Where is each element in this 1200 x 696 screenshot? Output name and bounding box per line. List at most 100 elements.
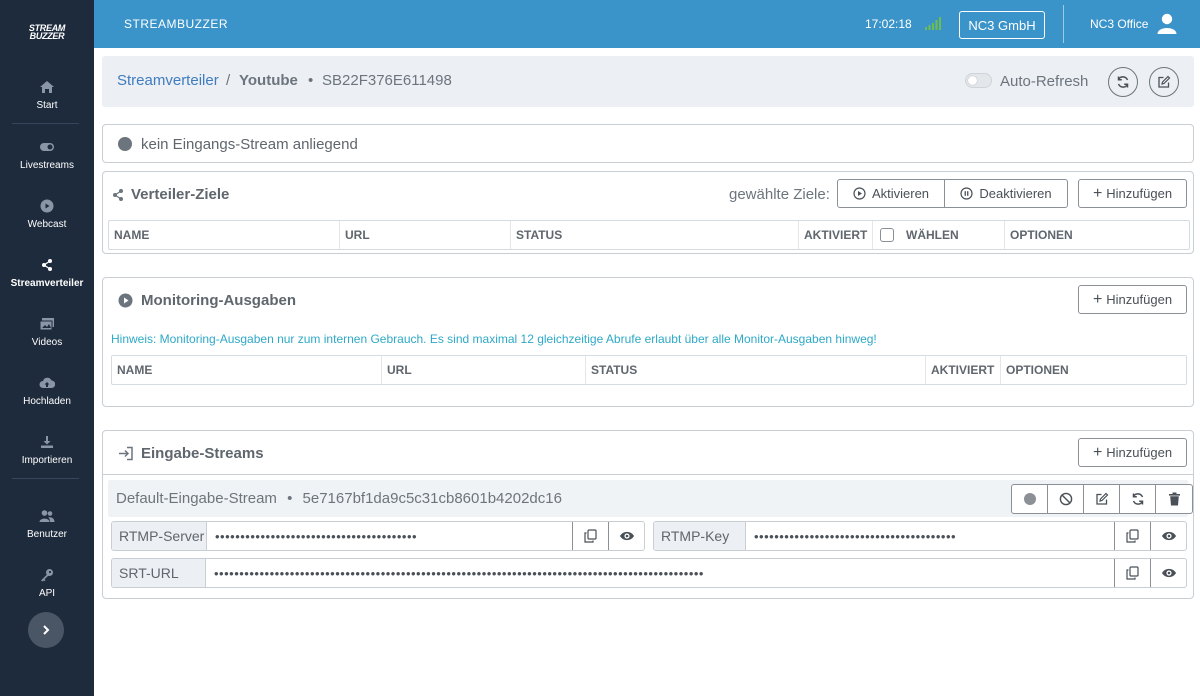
input-status-card: kein Eingangs-Stream anliegend [102, 124, 1194, 163]
sidebar-divider [12, 478, 79, 479]
plus-icon: + [1092, 443, 1103, 461]
sidebar-item-label: Videos [31, 337, 63, 348]
logo-line-2: BUZZER [29, 31, 65, 41]
sidebar-item-label: Benutzer [26, 529, 68, 540]
cloud-upload-icon [39, 377, 55, 388]
copy-rtmp-key-button[interactable] [1114, 522, 1150, 550]
sidebar-item-webcast[interactable]: Webcast [0, 199, 94, 230]
eingabe-streams-header: Eingabe-Streams + Hinzufügen [103, 431, 1193, 475]
column-header-url: URL [340, 221, 511, 249]
copy-icon [1126, 529, 1139, 543]
copy-icon [584, 529, 597, 543]
srt-url-group: SRT-URL ••••••••••••••••••••••••••••••••… [111, 558, 1187, 588]
topbar: STREAMBUZZER 17:02:18 NC3 GmbH NC3 Offic… [94, 0, 1200, 48]
trash-icon [1168, 492, 1180, 506]
rtmp-key-field[interactable]: •••••••••••••••••••••••••••••••••••••••• [746, 522, 1114, 550]
disable-stream-button[interactable] [1048, 485, 1084, 513]
toggle-knob [968, 76, 977, 85]
auto-refresh-toggle[interactable] [965, 73, 992, 88]
monitoring-title: Monitoring-Ausgaben [141, 292, 296, 309]
activate-button[interactable]: Aktivieren [837, 179, 945, 208]
stream-status-button[interactable] [1012, 485, 1048, 513]
breadcrumb-dot: • [308, 72, 314, 89]
play-circle-icon [853, 187, 866, 200]
rtmp-key-group: RTMP-Key •••••••••••••••••••••••••••••••… [653, 521, 1187, 551]
ban-icon [1059, 492, 1072, 506]
input-stream-dot: • [287, 490, 293, 507]
sign-in-icon [119, 446, 133, 461]
edit-icon [1095, 492, 1108, 505]
pause-circle-icon [960, 187, 973, 200]
input-stream-actions [1011, 484, 1193, 514]
copy-rtmp-server-button[interactable] [572, 522, 608, 550]
verteiler-ziele-title: Verteiler-Ziele [131, 186, 230, 203]
images-icon [39, 318, 54, 331]
monitoring-card: Monitoring-Ausgaben + Hinzufügen Hinweis… [102, 277, 1194, 407]
deactivate-label: Deaktivieren [979, 186, 1052, 201]
auto-refresh-label: Auto-Refresh [1000, 73, 1089, 90]
column-header-waehlen: WÄHLEN [873, 221, 1005, 249]
status-dot-icon [1023, 493, 1036, 505]
rtmp-server-field[interactable]: •••••••••••••••••••••••••••••••••••••••• [207, 522, 572, 550]
company-button[interactable]: NC3 GmbH [959, 11, 1045, 39]
sidebar-item-benutzer[interactable]: Benutzer [0, 509, 94, 540]
chevron-right-icon [43, 625, 50, 635]
toggle-icon [40, 143, 54, 151]
column-header-url: URL [382, 356, 586, 384]
user-name[interactable]: NC3 Office [1090, 17, 1148, 31]
sidebar-item-streamverteiler[interactable]: Streamverteiler [0, 258, 94, 289]
status-indicator-icon [118, 137, 132, 151]
input-stream-title: Default-Eingabe-Stream • 5e7167bf1da9c5c… [116, 490, 562, 507]
user-icon[interactable] [1157, 13, 1177, 34]
sidebar-item-api[interactable]: API [0, 568, 94, 599]
column-header-status: STATUS [586, 356, 926, 384]
copy-srt-url-button[interactable] [1114, 559, 1150, 587]
srt-url-field[interactable]: ••••••••••••••••••••••••••••••••••••••••… [206, 559, 1114, 587]
sidebar-item-importieren[interactable]: Importieren [0, 435, 94, 466]
deactivate-button[interactable]: Deaktivieren [944, 179, 1068, 208]
show-rtmp-server-button[interactable] [608, 522, 644, 550]
add-input-stream-button[interactable]: + Hinzufügen [1078, 438, 1187, 467]
users-icon [39, 510, 55, 522]
sidebar-item-start[interactable]: Start [0, 80, 94, 111]
eingabe-streams-card: Eingabe-Streams + Hinzufügen Default-Ein… [102, 430, 1194, 599]
show-rtmp-key-button[interactable] [1150, 522, 1186, 550]
add-target-button[interactable]: + Hinzufügen [1078, 179, 1187, 208]
verteiler-table-header: NAME URL STATUS AKTIVIERT WÄHLEN OPTIONE… [108, 220, 1190, 250]
sidebar-item-hochladen[interactable]: Hochladen [0, 376, 94, 407]
selected-targets-label: gewählte Ziele: [729, 186, 830, 203]
refresh-stream-button[interactable] [1120, 485, 1156, 513]
signal-strength-icon [925, 17, 941, 30]
edit-button[interactable] [1149, 67, 1179, 97]
add-monitoring-button[interactable]: + Hinzufügen [1078, 285, 1187, 314]
monitoring-hint: Hinweis: Monitoring-Ausgaben nur zum int… [111, 332, 877, 346]
sidebar-item-videos[interactable]: Videos [0, 317, 94, 348]
select-all-checkbox[interactable] [880, 228, 894, 242]
refresh-button[interactable] [1108, 67, 1138, 97]
show-srt-url-button[interactable] [1150, 559, 1186, 587]
sidebar-item-livestreams[interactable]: Livestreams [0, 140, 94, 171]
share-icon [42, 259, 52, 271]
brand-title: STREAMBUZZER [124, 17, 229, 31]
home-icon [40, 81, 54, 93]
column-header-optionen: OPTIONEN [1006, 363, 1069, 377]
clock: 17:02:18 [865, 17, 912, 31]
edit-icon [1158, 75, 1171, 88]
streambuzzer-logo[interactable]: STREAM BUZZER [0, 0, 94, 64]
column-header-aktiviert: AKTIVIERT [799, 221, 873, 249]
column-header-status: STATUS [511, 221, 799, 249]
sidebar-item-label: API [38, 588, 56, 599]
rtmp-key-label: RTMP-Key [654, 522, 746, 550]
breadcrumb-current: Youtube [239, 72, 298, 89]
add-label: Hinzufügen [1106, 445, 1173, 460]
column-header-name: NAME [109, 221, 340, 249]
play-circle-icon [118, 293, 133, 308]
refresh-icon [1117, 76, 1129, 88]
plus-icon: + [1092, 184, 1103, 202]
edit-stream-button[interactable] [1084, 485, 1120, 513]
sidebar: STREAM BUZZER Start Livestreams Webcast … [0, 0, 94, 696]
sidebar-expand-button[interactable] [28, 612, 64, 648]
breadcrumb-parent-link[interactable]: Streamverteiler [117, 72, 219, 89]
delete-stream-button[interactable] [1156, 485, 1192, 513]
add-label: Hinzufügen [1106, 292, 1173, 307]
